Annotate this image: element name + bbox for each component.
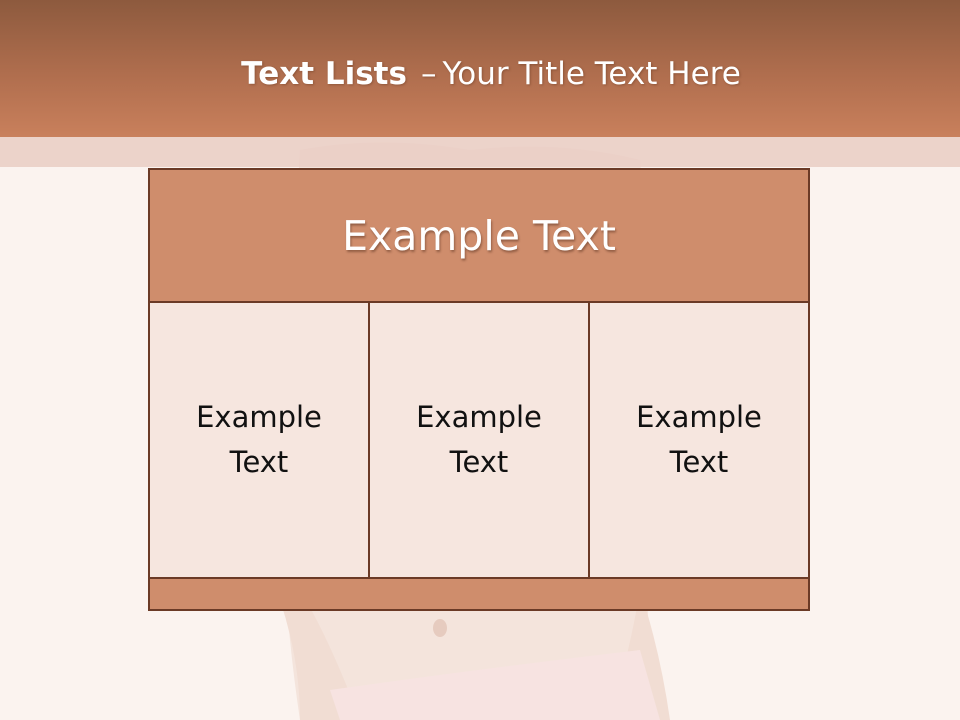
title-bold-part: Text Lists [241,56,407,92]
slide-title: Text Lists – Your Title Text Here [0,52,960,96]
cell-3-line-1: Example [636,400,762,434]
cell-2-line-2: Text [449,445,509,479]
table-cell-2: Example Text [370,303,590,577]
table-cell-1: Example Text [150,303,370,577]
title-rest: Your Title Text Here [442,56,741,92]
text-list-table: Example Text Example Text Example Text Exa… [148,168,810,611]
cell-1-line-2: Text [229,445,289,479]
cell-1-line-1: Example [196,400,322,434]
table-cell-3: Example Text [590,303,808,577]
title-dash: – [420,56,437,92]
table-footer-bar [150,577,808,609]
cell-2-line-1: Example [416,400,542,434]
cell-3-line-2: Text [669,445,729,479]
table-header-text: Example Text [342,211,616,260]
header-sub-band [0,137,960,167]
table-cells-row: Example Text Example Text Example Text [150,303,808,577]
table-header-cell: Example Text [150,170,808,303]
